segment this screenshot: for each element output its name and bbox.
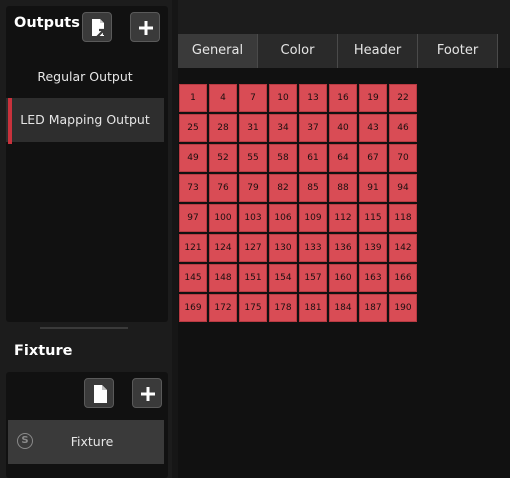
led-cell[interactable]: 91 (359, 174, 387, 202)
tab-label: General (191, 43, 244, 58)
led-cell[interactable]: 37 (299, 114, 327, 142)
led-cell[interactable]: 148 (209, 264, 237, 292)
led-cell[interactable]: 136 (329, 234, 357, 262)
output-item-led-mapping[interactable]: LED Mapping Output (6, 98, 164, 142)
output-item-regular[interactable]: Regular Output (6, 55, 164, 99)
outputs-title: Outputs (14, 15, 80, 31)
led-cell[interactable]: 31 (239, 114, 267, 142)
export-output-button[interactable] (82, 12, 112, 42)
tab-label: Color (280, 43, 315, 58)
led-cell[interactable]: 112 (329, 204, 357, 232)
led-cell[interactable]: 154 (269, 264, 297, 292)
led-cell[interactable]: 52 (209, 144, 237, 172)
fixture-title: Fixture (14, 343, 73, 359)
output-item-label: LED Mapping Output (20, 112, 150, 127)
plus-icon (141, 387, 155, 401)
led-cell[interactable]: 13 (299, 84, 327, 112)
led-cell[interactable]: 82 (269, 174, 297, 202)
led-cell[interactable]: 97 (179, 204, 207, 232)
led-cell[interactable]: 58 (269, 144, 297, 172)
tab-footer[interactable]: Footer (418, 34, 498, 68)
fixture-document-button[interactable] (84, 378, 114, 408)
led-cell[interactable]: 10 (269, 84, 297, 112)
tab-color[interactable]: Color (258, 34, 338, 68)
led-cell[interactable]: 55 (239, 144, 267, 172)
app-root: Outputs Regular Output LED Mapping Outpu… (0, 0, 510, 478)
led-cell[interactable]: 118 (389, 204, 417, 232)
tab-label: Header (353, 43, 402, 58)
led-cell[interactable]: 61 (299, 144, 327, 172)
led-cell[interactable]: 133 (299, 234, 327, 262)
led-cell[interactable]: 181 (299, 294, 327, 322)
led-cell[interactable]: 124 (209, 234, 237, 262)
led-cell[interactable]: 43 (359, 114, 387, 142)
led-cell[interactable]: 187 (359, 294, 387, 322)
output-item-label: Regular Output (37, 69, 133, 84)
led-cell[interactable]: 40 (329, 114, 357, 142)
left-column: Outputs Regular Output LED Mapping Outpu… (0, 0, 172, 478)
led-cell[interactable]: 25 (179, 114, 207, 142)
led-cell[interactable]: 16 (329, 84, 357, 112)
led-mapping-content: 1 4 7 10 13 16 19 22 25 28 31 34 37 40 43 46 49 52 55 58 61 6… (178, 68, 510, 478)
led-cell[interactable]: 28 (209, 114, 237, 142)
led-cell[interactable]: 163 (359, 264, 387, 292)
led-cell[interactable]: 139 (359, 234, 387, 262)
fixture-item-label: Fixture (70, 434, 114, 449)
tab-label: Footer (436, 43, 479, 58)
led-cell[interactable]: 106 (269, 204, 297, 232)
tab-general[interactable]: General (178, 34, 258, 68)
export-file-icon (92, 19, 106, 38)
led-cell[interactable]: 166 (389, 264, 417, 292)
led-cell[interactable]: 103 (239, 204, 267, 232)
led-cell[interactable]: 76 (209, 174, 237, 202)
led-cell[interactable]: 142 (389, 234, 417, 262)
led-cell[interactable]: 19 (359, 84, 387, 112)
fixture-panel: Fixture S Fixture (6, 332, 168, 478)
led-cell[interactable]: 175 (239, 294, 267, 322)
led-cell[interactable]: 172 (209, 294, 237, 322)
led-cell[interactable]: 121 (179, 234, 207, 262)
add-fixture-button[interactable] (132, 378, 162, 408)
led-cell[interactable]: 85 (299, 174, 327, 202)
led-cell[interactable]: 70 (389, 144, 417, 172)
plus-icon (139, 21, 153, 35)
led-cell[interactable]: 73 (179, 174, 207, 202)
tab-bar: General Color Header Footer (178, 34, 498, 68)
led-cell[interactable]: 109 (299, 204, 327, 232)
led-cell[interactable]: 127 (239, 234, 267, 262)
led-cell[interactable]: 64 (329, 144, 357, 172)
led-cell[interactable]: 34 (269, 114, 297, 142)
led-cell[interactable]: 190 (389, 294, 417, 322)
led-cell[interactable]: 7 (239, 84, 267, 112)
led-cell[interactable]: 184 (329, 294, 357, 322)
led-cell[interactable]: 4 (209, 84, 237, 112)
led-cell[interactable]: 1 (179, 84, 207, 112)
led-cell[interactable]: 115 (359, 204, 387, 232)
led-cell[interactable]: 169 (179, 294, 207, 322)
led-cell[interactable]: 145 (179, 264, 207, 292)
led-cell[interactable]: 178 (269, 294, 297, 322)
led-cell[interactable]: 157 (299, 264, 327, 292)
tab-header[interactable]: Header (338, 34, 418, 68)
led-cell[interactable]: 130 (269, 234, 297, 262)
active-indicator (8, 98, 12, 144)
outputs-panel: Outputs Regular Output LED Mapping Outpu… (6, 6, 168, 322)
add-output-button[interactable] (130, 12, 160, 42)
led-cell[interactable]: 151 (239, 264, 267, 292)
led-cell[interactable]: 100 (209, 204, 237, 232)
fixture-item[interactable]: S Fixture (8, 420, 164, 464)
led-cell[interactable]: 79 (239, 174, 267, 202)
led-cell[interactable]: 22 (389, 84, 417, 112)
led-cell[interactable]: 88 (329, 174, 357, 202)
led-cell[interactable]: 160 (329, 264, 357, 292)
led-cell[interactable]: 49 (179, 144, 207, 172)
led-cell[interactable]: 46 (389, 114, 417, 142)
led-cell[interactable]: 67 (359, 144, 387, 172)
led-cell[interactable]: 94 (389, 174, 417, 202)
document-icon (94, 385, 107, 403)
right-area: General Color Header Footer 1 4 7 10 13 16 19 2… (178, 0, 510, 478)
panel-splitter[interactable] (40, 327, 128, 329)
fixture-list: S Fixture (6, 372, 168, 478)
